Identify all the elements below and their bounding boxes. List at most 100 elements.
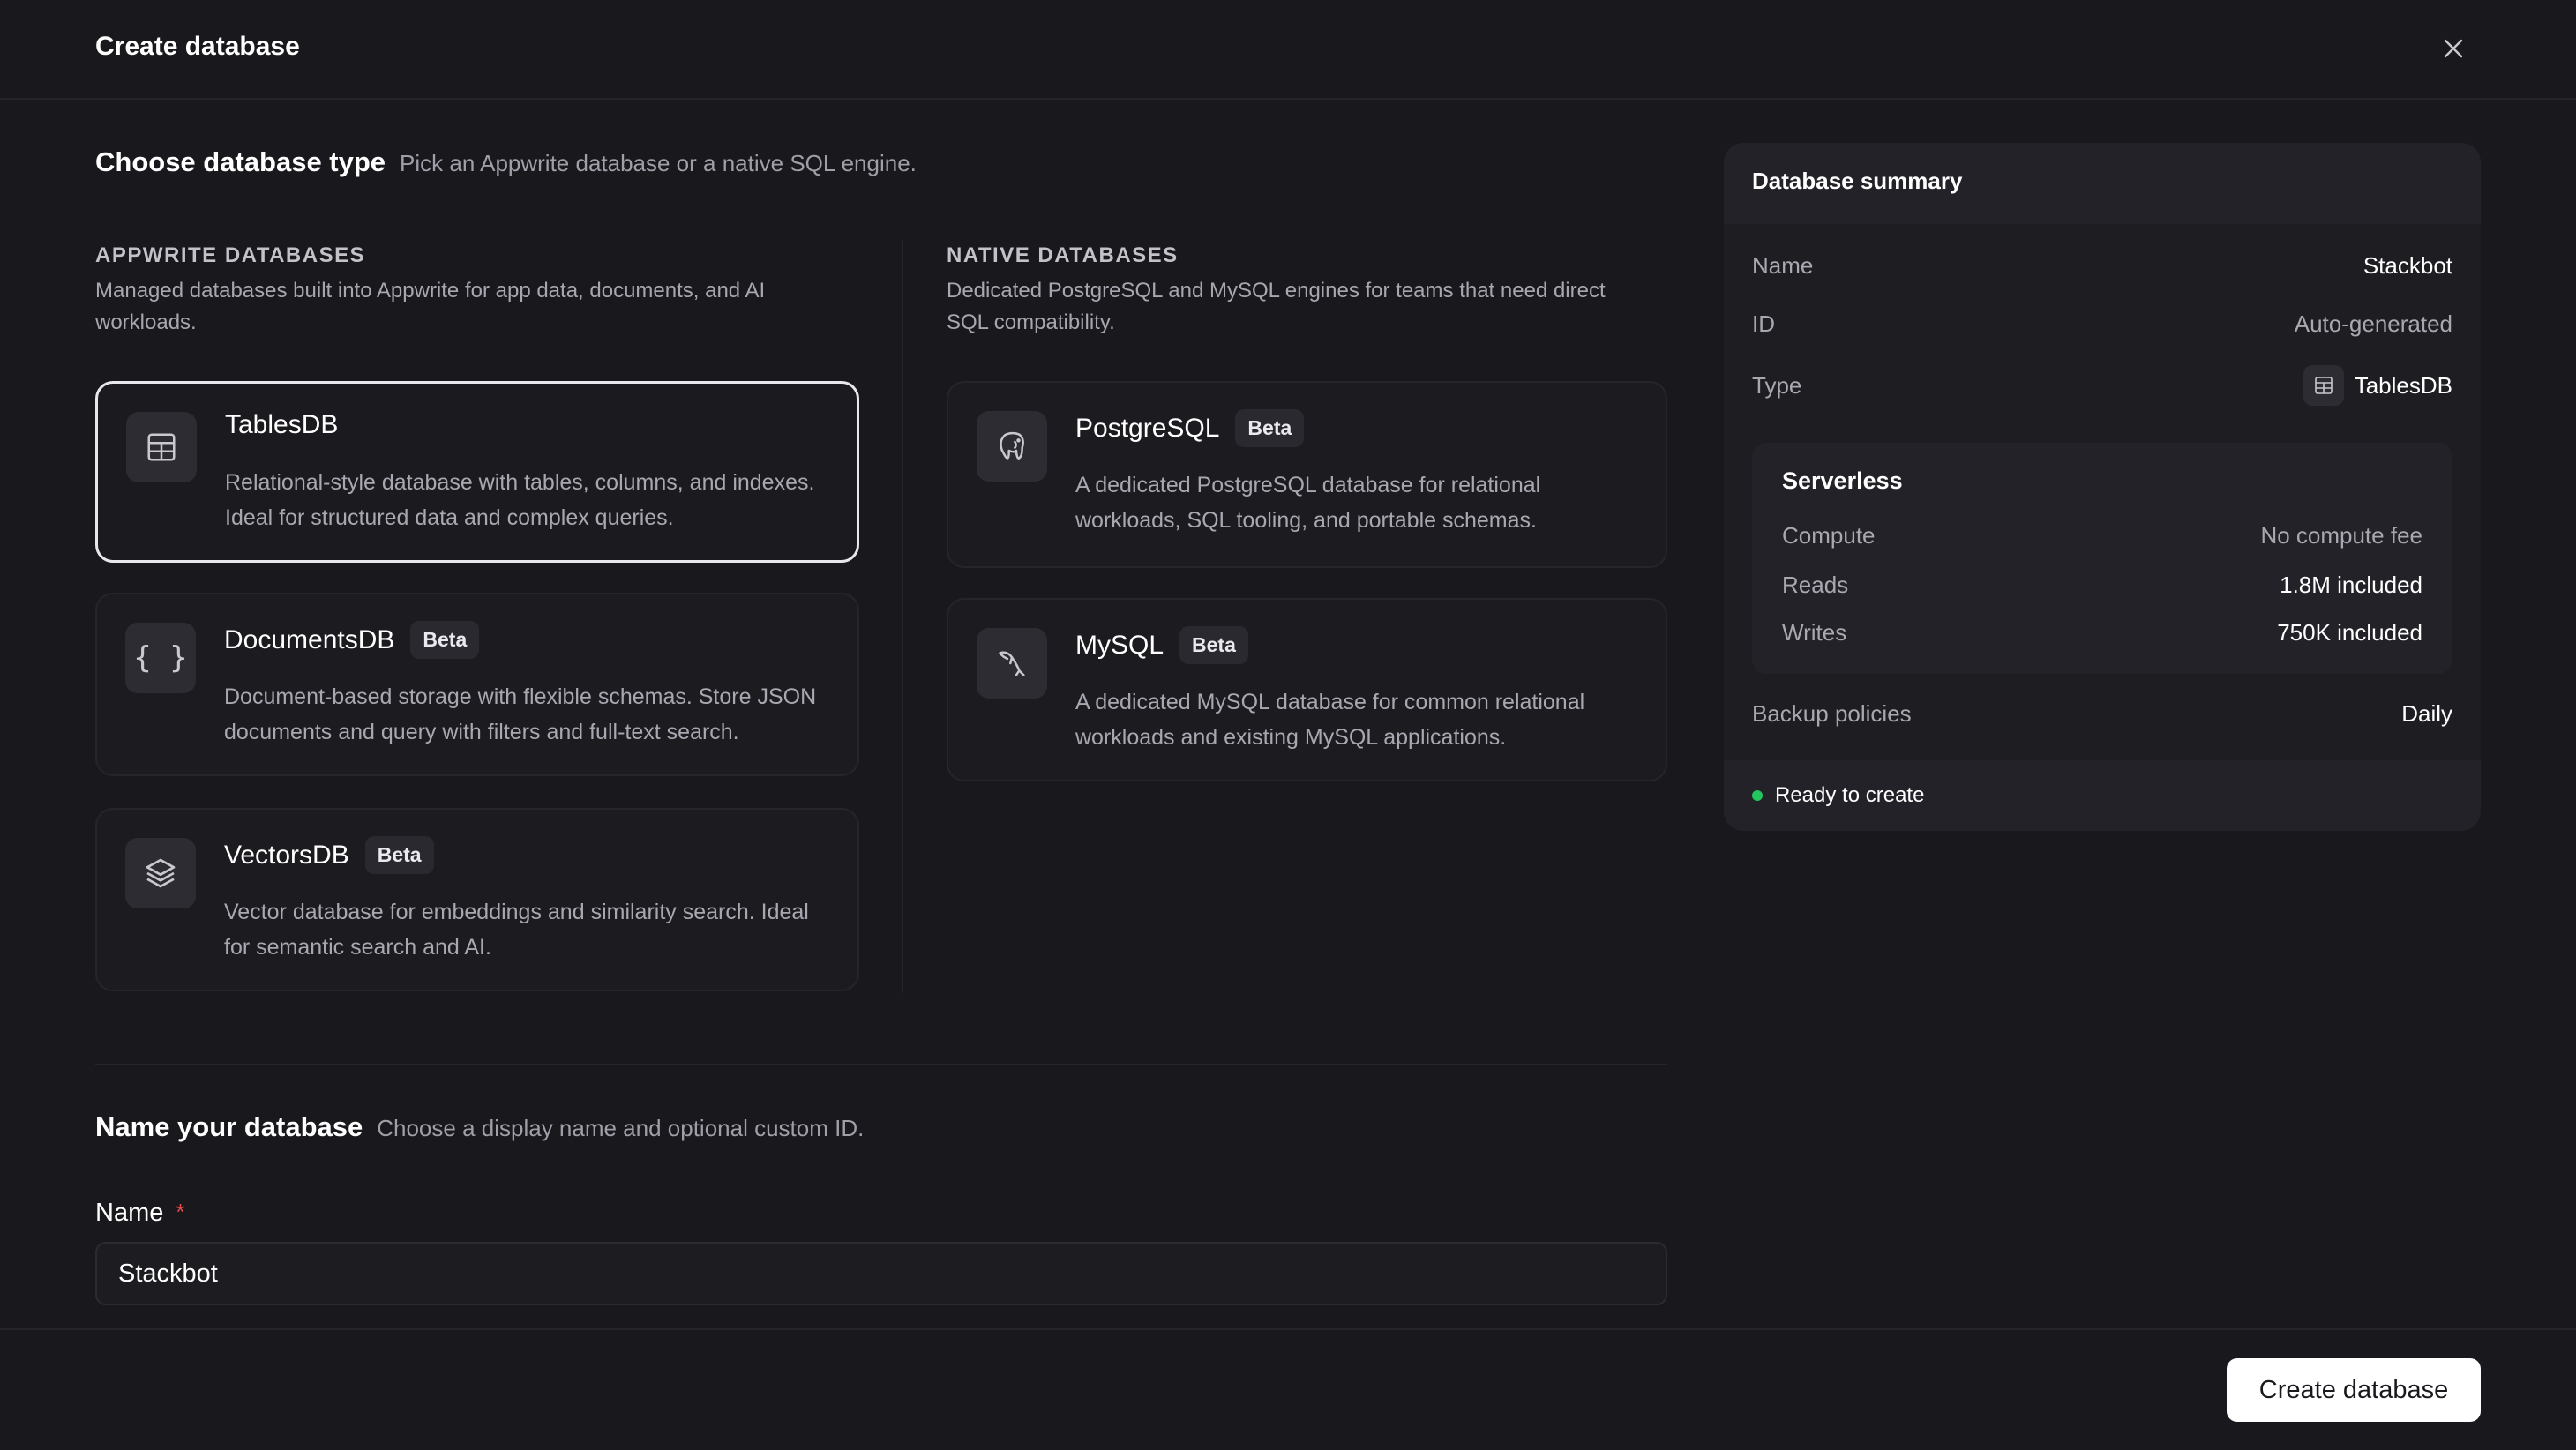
summary-value: 750K included [2277,619,2422,646]
documentsdb-icon-box: { } [125,623,196,693]
serverless-row-writes: Writes 750K included [1782,619,2422,647]
card-title: VectorsDB [224,840,349,870]
serverless-title: Serverless [1782,467,1903,494]
card-mysql[interactable]: MySQL Beta A dedicated MySQL database fo… [947,598,1667,781]
serverless-row-compute: Compute No compute fee [1782,522,2422,549]
create-database-button[interactable]: Create database [2227,1358,2481,1422]
card-title: MySQL [1075,630,1164,660]
summary-row-backup: Backup policies Daily [1752,700,2452,728]
section-divider [95,1064,1667,1065]
database-summary-panel: Database summary Name Stackbot ID Auto-g… [1724,143,2481,831]
documentsdb-title-row: DocumentsDB Beta [224,621,480,659]
summary-key: Backup policies [1752,700,1912,727]
card-desc-line: workloads and existing MySQL application… [1075,725,1507,750]
summary-key: Compute [1782,522,1876,549]
card-desc-line: documents and query with filters and ful… [224,720,739,744]
vectorsdb-title-row: VectorsDB Beta [224,836,434,874]
appwrite-column-description: Managed databases built into Appwrite fo… [95,275,765,339]
required-marker: * [176,1199,185,1225]
close-icon [2444,39,2463,58]
card-desc-line: workloads, SQL tooling, and portable sch… [1075,508,1537,533]
elephant-icon [1000,431,1024,460]
card-desc-line: Document-based storage with flexible sch… [224,684,817,709]
card-desc-line: Vector database for embeddings and simil… [224,900,809,924]
summary-value: No compute fee [2260,522,2422,549]
appwrite-desc-line: workloads. [95,310,197,334]
card-desc-line: A dedicated PostgreSQL database for rela… [1075,473,1541,497]
card-desc-line: Relational-style database with tables, c… [225,470,815,495]
naming-subheading: Choose a display name and optional custo… [377,1115,865,1141]
card-desc-line: Ideal for structured data and complex qu… [225,505,674,530]
dialog-footer [0,1328,2576,1450]
table-icon [2303,365,2344,406]
close-button[interactable] [2437,32,2470,65]
name-input[interactable] [95,1242,1667,1305]
status-text: Ready to create [1775,783,1925,807]
naming-section-heading: Name your database Choose a display name… [95,1111,864,1143]
summary-type-value: TablesDB [2303,365,2452,406]
beta-badge: Beta [410,621,480,659]
appwrite-column-title: APPWRITE DATABASES [95,243,366,267]
native-desc-line: SQL compatibility. [947,310,1115,334]
choose-heading: Choose database type [95,146,386,177]
card-description: A dedicated MySQL database for common re… [1075,684,1584,755]
postgresql-title-row: PostgreSQL Beta [1075,409,1305,447]
summary-row-type: Type TablesDB [1752,365,2452,406]
card-description: Document-based storage with flexible sch… [224,679,816,750]
native-desc-line: Dedicated PostgreSQL and MySQL engines f… [947,279,1606,303]
choose-section-heading: Choose database type Pick an Appwrite da… [95,146,917,178]
summary-row-id: ID Auto-generated [1752,310,2452,338]
summary-row-name: Name Stackbot [1752,252,2452,280]
mysql-icon-box [977,628,1047,699]
card-description: A dedicated PostgreSQL database for rela… [1075,467,1540,538]
card-postgresql[interactable]: PostgreSQL Beta A dedicated PostgreSQL d… [947,381,1667,568]
card-vectorsdb[interactable]: VectorsDB Beta Vector database for embed… [95,808,859,991]
card-title: PostgreSQL [1075,413,1220,443]
naming-heading: Name your database [95,1111,363,1142]
summary-value: Daily [2401,700,2452,727]
card-desc-line: A dedicated MySQL database for common re… [1075,690,1585,714]
beta-badge: Beta [1235,409,1305,447]
mysql-title-row: MySQL Beta [1075,626,1248,664]
table-icon [147,433,176,461]
dialog-title: Create database [95,32,300,61]
native-column-description: Dedicated PostgreSQL and MySQL engines f… [947,275,1606,339]
summary-value: Auto-generated [2294,310,2452,337]
serverless-row-reads: Reads 1.8M included [1782,572,2422,599]
card-title: DocumentsDB [224,624,395,654]
status-dot [1752,790,1763,801]
card-title: TablesDB [225,410,339,439]
summary-value: Stackbot [2363,252,2452,279]
summary-key: Writes [1782,619,1847,646]
vectorsdb-icon-box [125,838,196,908]
name-label-text: Name [95,1199,164,1227]
appwrite-desc-line: Managed databases built into Appwrite fo… [95,279,766,303]
summary-title: Database summary [1724,143,2481,224]
summary-value: TablesDB [2354,371,2452,399]
braces-icon: { } [133,640,188,676]
layers-icon [146,858,176,888]
card-desc-line: for semantic search and AI. [224,935,491,960]
card-description: Relational-style database with tables, c… [225,465,814,535]
tablesdb-title-row: TablesDB [225,410,338,440]
summary-value: 1.8M included [2280,572,2422,598]
native-column-title: NATIVE DATABASES [947,243,1179,267]
summary-status-bar: Ready to create [1724,760,2481,831]
card-documentsdb[interactable]: { } DocumentsDB Beta Document-based stor… [95,593,859,776]
dolphin-icon [999,651,1025,676]
postgresql-icon-box [977,411,1047,482]
tablesdb-icon-box [126,412,197,482]
dialog-header: Create database [0,0,2576,100]
summary-key: Reads [1782,572,1849,598]
card-description: Vector database for embeddings and simil… [224,894,809,965]
summary-key: ID [1752,310,1775,337]
summary-key: Type [1752,371,1802,399]
name-field-label: Name * [95,1199,184,1228]
choose-subheading: Pick an Appwrite database or a native SQ… [400,150,917,176]
column-divider [902,240,903,993]
summary-key: Name [1752,252,1814,279]
serverless-box: Serverless Compute No compute fee Reads … [1752,443,2452,674]
beta-badge: Beta [1179,626,1248,664]
card-tablesdb[interactable]: TablesDB Relational-style database with … [95,381,859,563]
beta-badge: Beta [364,836,434,874]
